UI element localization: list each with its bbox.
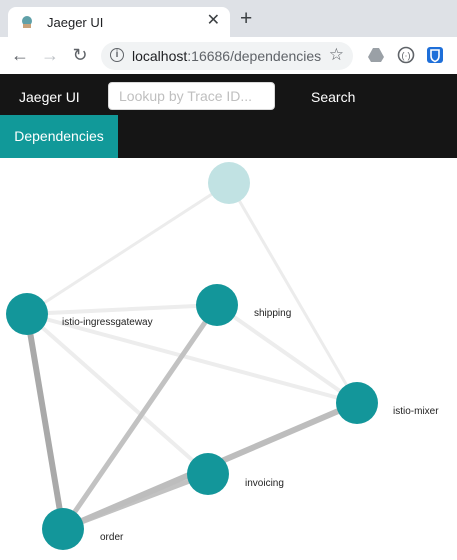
graph-node-istio-ingressgateway[interactable] (6, 293, 48, 335)
address-bar[interactable]: i localhost:16686/dependencies ☆ (101, 42, 353, 70)
tab-title: Jaeger UI (47, 15, 104, 30)
back-icon[interactable]: ← (8, 43, 32, 67)
info-icon[interactable]: i (110, 48, 124, 62)
edge-root-mixer (227, 181, 359, 405)
edge-gw-order (24, 311, 66, 532)
url-text: localhost:16686/dependencies (132, 48, 322, 64)
reload-icon[interactable]: ↻ (68, 43, 92, 67)
jaeger-favicon-icon (22, 16, 32, 28)
browser-toolbar: ← → ↻ i localhost:16686/dependencies ☆ (… (0, 37, 457, 75)
graph-node-root[interactable] (208, 162, 250, 204)
trace-id-lookup-input[interactable] (108, 82, 275, 110)
node-label-order: order (100, 532, 124, 543)
svg-text:(·): (·) (402, 51, 411, 61)
close-icon[interactable]: ✕ (207, 12, 220, 30)
graph-node-order[interactable] (42, 508, 84, 550)
nav-search-link[interactable]: Search (311, 89, 355, 105)
new-tab-icon[interactable]: + (240, 8, 252, 29)
bookmark-star-icon[interactable]: ☆ (329, 45, 344, 65)
password-manager-icon[interactable] (426, 46, 444, 64)
dependency-graph[interactable]: istio-ingressgateway shipping istio-mixe… (0, 158, 457, 560)
forward-icon[interactable]: → (38, 43, 62, 67)
extension-icon[interactable]: (·) (397, 46, 415, 64)
node-label-istio-mixer: istio-mixer (393, 406, 439, 417)
nav-dependencies-tab[interactable]: Dependencies (0, 115, 118, 158)
node-label-invoicing: invoicing (245, 478, 284, 489)
jaeger-navbar: Jaeger UI Search Dependencies (0, 74, 457, 158)
edge-gw-shipping (25, 303, 219, 316)
browser-tabstrip: Jaeger UI ✕ + (0, 0, 457, 37)
graph-node-istio-mixer[interactable] (336, 382, 378, 424)
node-label-istio-ingressgateway: istio-ingressgateway (62, 317, 153, 328)
drive-extension-icon[interactable] (367, 46, 385, 64)
brand-logo-text[interactable]: Jaeger UI (19, 89, 80, 105)
graph-node-shipping[interactable] (196, 284, 238, 326)
node-label-shipping: shipping (254, 308, 291, 319)
graph-node-invoicing[interactable] (187, 453, 229, 495)
browser-tab[interactable]: Jaeger UI ✕ (8, 7, 230, 37)
edge-root-gw (25, 181, 231, 316)
edge-shipping-mixer (215, 303, 359, 405)
